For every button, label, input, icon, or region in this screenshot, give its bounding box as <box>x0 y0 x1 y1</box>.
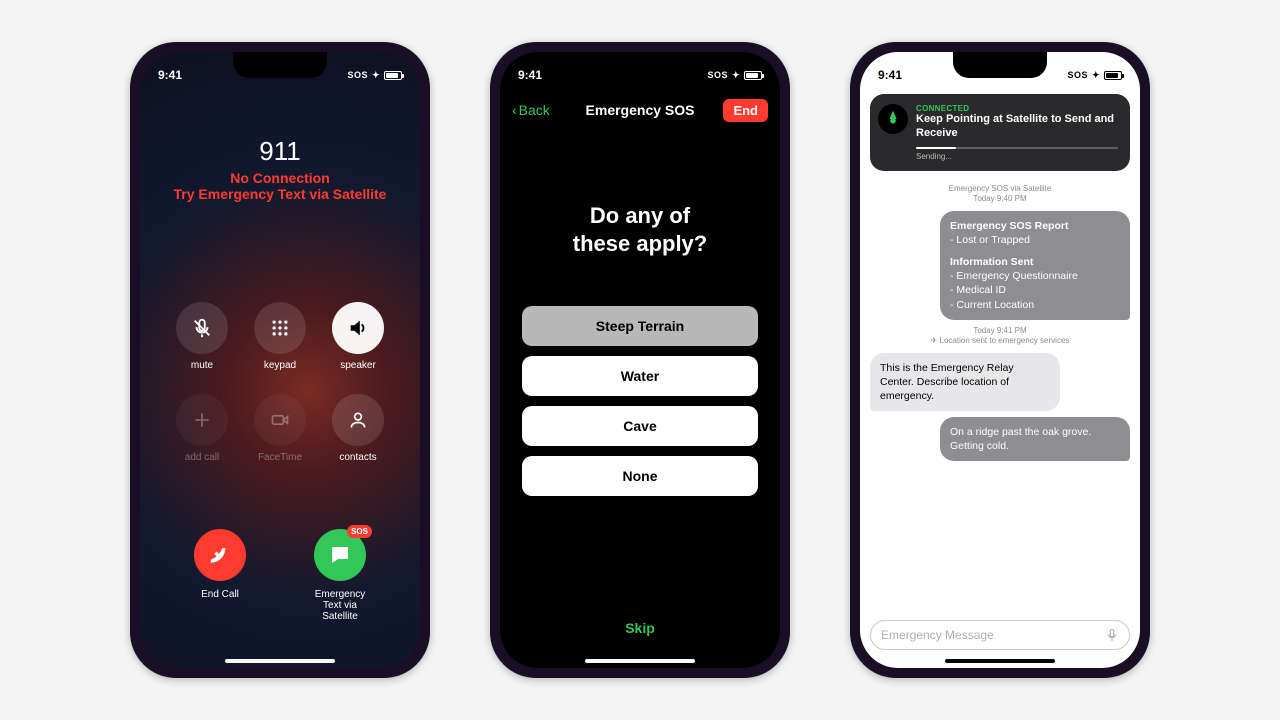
satellite-banner: CONNECTED Keep Pointing at Satellite to … <box>870 94 1130 171</box>
status-sos: SOS <box>1067 70 1088 80</box>
hangup-icon <box>207 542 233 568</box>
outgoing-report-bubble: Emergency SOS Report - Lost or Trapped I… <box>940 211 1130 320</box>
status-time: 9:41 <box>158 68 182 82</box>
status-sos: SOS <box>707 70 728 80</box>
keypad-icon <box>270 318 290 338</box>
option-steep-terrain[interactable]: Steep Terrain <box>522 306 758 346</box>
battery-icon <box>1104 71 1122 80</box>
call-status-line2: Try Emergency Text via Satellite <box>140 186 420 202</box>
skip-button[interactable]: Skip <box>500 620 780 636</box>
end-call-button[interactable] <box>194 529 246 581</box>
notch <box>593 52 687 78</box>
satellite-direction-icon <box>878 104 908 134</box>
message-icon <box>328 543 352 567</box>
banner-sending: Sending... <box>916 152 1118 161</box>
option-water[interactable]: Water <box>522 356 758 396</box>
phone-questionnaire-screen: 9:41 SOS ✦ ‹ Back Emergency SOS End Do a… <box>490 42 790 678</box>
outgoing-reply-bubble: On a ridge past the oak grove. Getting c… <box>940 417 1130 461</box>
speaker-button[interactable] <box>332 302 384 354</box>
option-none[interactable]: None <box>522 456 758 496</box>
phone-call-screen: 9:41 SOS ✦ 911 No Connection Try Emergen… <box>130 42 430 678</box>
call-status-line1: No Connection <box>140 170 420 186</box>
satellite-icon: ✦ <box>372 70 380 81</box>
keypad-label: keypad <box>264 360 296 371</box>
status-time: 9:41 <box>518 68 542 82</box>
satellite-icon: ✦ <box>1092 70 1100 81</box>
emergency-satellite-label: Emergency Text via Satellite <box>315 589 366 622</box>
nav-title: Emergency SOS <box>586 102 695 118</box>
question-text: Do any of these apply? <box>500 202 780 257</box>
call-number: 911 <box>140 136 420 167</box>
battery-icon <box>384 71 402 80</box>
plus-icon <box>192 410 212 430</box>
mute-label: mute <box>191 360 213 371</box>
status-sos: SOS <box>347 70 368 80</box>
mute-icon <box>191 317 213 339</box>
mic-icon[interactable] <box>1105 628 1119 642</box>
end-call-label: End Call <box>201 589 239 600</box>
banner-progress <box>916 147 1118 149</box>
keypad-button[interactable] <box>254 302 306 354</box>
add-call-label: add call <box>185 452 219 463</box>
home-indicator[interactable] <box>945 659 1055 663</box>
contacts-icon <box>348 410 368 430</box>
facetime-label: FaceTime <box>258 452 302 463</box>
message-input[interactable]: Emergency Message <box>870 620 1130 650</box>
facetime-button[interactable] <box>254 394 306 446</box>
battery-icon <box>744 71 762 80</box>
contacts-button[interactable] <box>332 394 384 446</box>
speaker-icon <box>347 317 369 339</box>
notch <box>953 52 1047 78</box>
option-cave[interactable]: Cave <box>522 406 758 446</box>
speaker-label: speaker <box>340 360 376 371</box>
message-thread[interactable]: Emergency SOS via Satellite Today 9:40 P… <box>860 180 1140 616</box>
incoming-bubble: This is the Emergency Relay Center. Desc… <box>870 353 1060 412</box>
emergency-satellite-button[interactable]: SOS <box>314 529 366 581</box>
message-placeholder: Emergency Message <box>881 628 994 642</box>
satellite-icon: ✦ <box>732 70 740 81</box>
banner-title: Keep Pointing at Satellite to Send and R… <box>916 113 1118 141</box>
timestamp: Emergency SOS via Satellite Today 9:40 P… <box>870 184 1130 205</box>
notch <box>233 52 327 78</box>
status-time: 9:41 <box>878 68 902 82</box>
timestamp: Today 9:41 PM ✈ Location sent to emergen… <box>870 326 1130 347</box>
home-indicator[interactable] <box>225 659 335 663</box>
back-label: Back <box>519 102 550 118</box>
sos-badge: SOS <box>347 525 372 538</box>
end-button[interactable]: End <box>723 99 768 122</box>
home-indicator[interactable] <box>585 659 695 663</box>
options-list: Steep Terrain Water Cave None <box>522 306 758 496</box>
back-button[interactable]: ‹ Back <box>512 102 550 118</box>
mute-button[interactable] <box>176 302 228 354</box>
banner-status: CONNECTED <box>916 104 1118 113</box>
add-call-button[interactable] <box>176 394 228 446</box>
phone-messages-screen: 9:41 SOS ✦ CONNECTED Keep Pointing at Sa… <box>850 42 1150 678</box>
contacts-label: contacts <box>339 452 376 463</box>
video-icon <box>270 410 290 430</box>
chevron-left-icon: ‹ <box>512 102 517 118</box>
